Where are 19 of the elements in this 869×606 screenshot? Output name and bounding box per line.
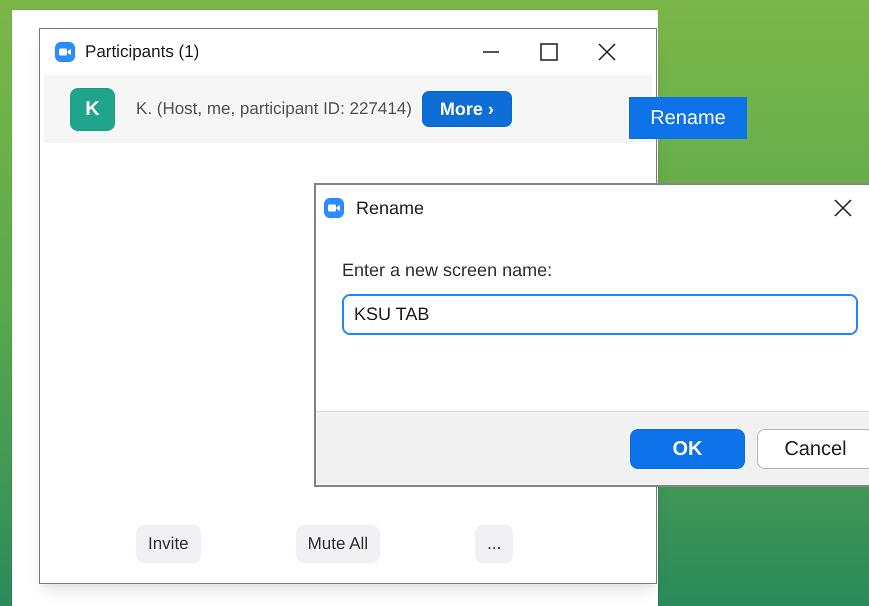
participant-name: K. (Host, me, participant ID: 227414)	[136, 98, 412, 120]
maximize-icon[interactable]	[540, 43, 558, 61]
camera-icon	[55, 42, 75, 62]
window-title: Participants (1)	[85, 41, 200, 64]
more-button[interactable]: More ›	[422, 91, 512, 127]
avatar: K	[70, 88, 115, 130]
participant-row[interactable]: K K. (Host, me, participant ID: 227414) More ›	[44, 75, 652, 143]
ok-button[interactable]: OK	[630, 428, 745, 468]
toolbar-button[interactable]: Invite	[136, 525, 201, 563]
menu-item[interactable]: Rename	[629, 97, 747, 139]
toolbar-button[interactable]: Mute All	[296, 525, 380, 563]
camera-icon	[324, 198, 344, 218]
cancel-button[interactable]: Cancel	[757, 428, 869, 468]
toolbar-button[interactable]: ...	[475, 525, 514, 563]
prompt-label: Enter a new screen name:	[342, 259, 554, 282]
dialog-title: Rename	[356, 196, 424, 220]
close-icon[interactable]	[834, 199, 852, 217]
name-field[interactable]: KSU TAB	[342, 294, 858, 335]
close-icon[interactable]	[598, 43, 616, 61]
